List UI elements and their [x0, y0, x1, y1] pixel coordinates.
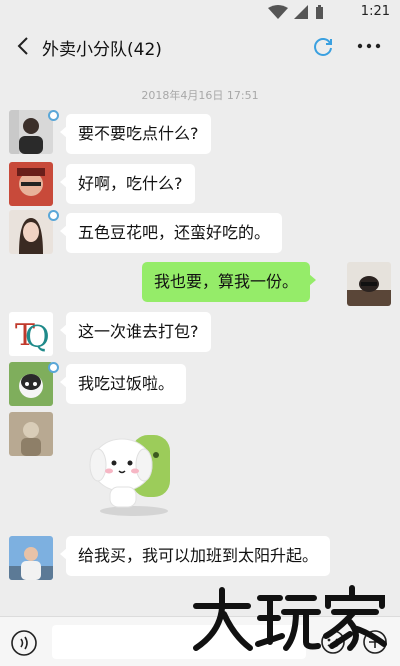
wifi-signal-battery-icons — [268, 5, 323, 19]
avatar-letter-q: Q — [25, 320, 50, 355]
status-bar: 1:21 — [0, 0, 400, 24]
message-bubble[interactable]: 我吃过饭啦。 — [59, 364, 187, 404]
battery-icon — [316, 5, 323, 19]
avatar[interactable] — [9, 110, 53, 154]
more-icon[interactable] — [356, 36, 382, 56]
voice-icon[interactable] — [10, 629, 38, 657]
sticker-image[interactable] — [80, 425, 188, 517]
chat-title: 外卖小分队(42) — [42, 40, 162, 60]
status-ring-icon — [48, 362, 59, 373]
message-bubble-outgoing[interactable]: 我也要，算我一份。 — [142, 262, 317, 302]
status-ring-icon — [48, 110, 59, 121]
status-ring-icon — [48, 210, 59, 221]
chat-timestamp: 2018年4月16日 17:51 — [141, 89, 259, 102]
message-bubble[interactable]: 给我买，我可以加班到太阳升起。 — [59, 536, 331, 576]
message-bubble[interactable]: 要不要吃点什么? — [60, 114, 211, 154]
avatar[interactable] — [9, 162, 53, 206]
wifi-icon — [268, 5, 288, 19]
back-arrow-icon[interactable] — [14, 36, 34, 56]
avatar[interactable]: T Q — [9, 312, 53, 356]
message-bubble[interactable]: 好啊，吃什么? — [60, 164, 195, 204]
my-avatar[interactable] — [347, 262, 391, 306]
avatar[interactable] — [9, 210, 53, 254]
sync-icon[interactable] — [314, 37, 334, 57]
message-bubble[interactable]: 五色豆花吧，还蛮好吃的。 — [59, 213, 283, 253]
avatar[interactable] — [9, 536, 53, 580]
signal-icon — [294, 5, 308, 19]
chat-header: 外卖小分队(42) — [0, 24, 400, 68]
message-bubble[interactable]: 这一次谁去打包? — [60, 312, 211, 352]
avatar[interactable] — [9, 412, 53, 456]
avatar[interactable] — [9, 362, 53, 406]
status-time: 1:21 — [360, 4, 390, 19]
watermark-logo — [193, 585, 387, 651]
